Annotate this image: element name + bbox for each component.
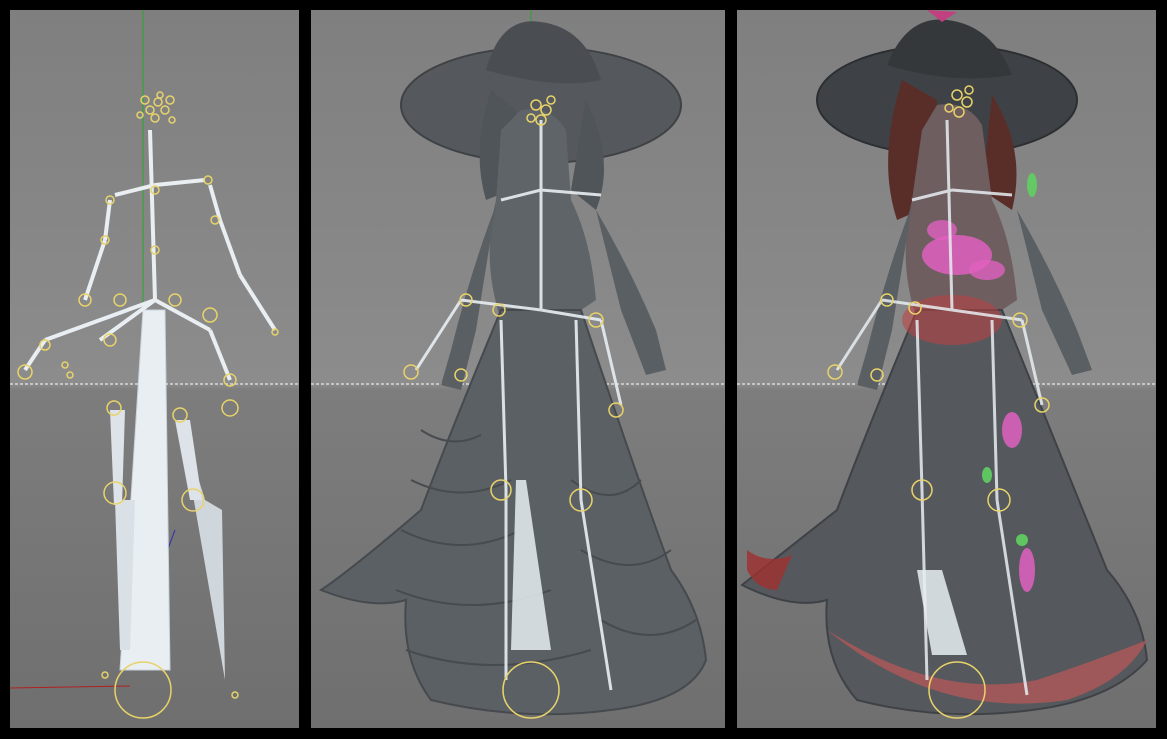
- three-viewport-frame: [0, 0, 1167, 739]
- x-axis-line: [10, 685, 131, 689]
- weight-paint-drawing: [737, 10, 1156, 719]
- left-thigh-bone: [110, 410, 125, 505]
- mesh-rig-drawing: [311, 10, 725, 719]
- viewport-skeleton-only[interactable]: [10, 10, 299, 728]
- right-arm-mesh: [596, 210, 666, 375]
- viewport-skeleton-with-weight-paint[interactable]: [737, 10, 1156, 728]
- skeleton-rig-drawing: [10, 10, 299, 719]
- hat-crown: [486, 21, 601, 84]
- viewport-skeleton-with-mesh[interactable]: [311, 10, 725, 728]
- right-thigh-bone: [175, 420, 202, 500]
- hat-crown: [887, 19, 1012, 79]
- hat-tip-paint: [927, 10, 957, 22]
